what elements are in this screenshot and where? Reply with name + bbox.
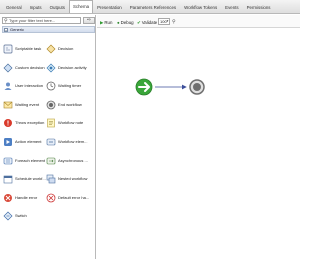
workflow-note-icon xyxy=(46,118,56,128)
waiting-event-icon xyxy=(3,100,13,110)
palette-group-label: Generic xyxy=(10,27,25,32)
zoom-icon[interactable]: ⚲ xyxy=(172,19,176,25)
tab-inputs[interactable]: Inputs xyxy=(26,1,46,13)
collapse-toggle-icon[interactable]: − xyxy=(4,27,8,32)
end-workflow-icon xyxy=(46,100,56,110)
palette-item-decision-activity[interactable]: Decision activity xyxy=(46,63,92,75)
zoom-select[interactable]: 100 ▼ xyxy=(158,18,170,25)
debug-button[interactable]: ●Debug xyxy=(117,19,134,26)
palette-item-default-error-ha[interactable]: Default error ha... xyxy=(46,193,92,205)
palette-item-switch[interactable]: Switch xyxy=(3,211,49,223)
tab-parameters-references[interactable]: Parameters References xyxy=(126,1,180,13)
palette-search-row: ⚲ Type your filter text here... ⇨ xyxy=(2,17,95,25)
palette-group-generic[interactable]: − Generic xyxy=(2,26,95,33)
foreach-element-icon xyxy=(3,156,13,166)
palette-item-label: Action element xyxy=(15,139,42,144)
palette-item-label: Waiting event xyxy=(15,101,40,107)
palette-item-label: Nested workflow xyxy=(58,176,88,182)
decision-activity-icon xyxy=(46,63,56,73)
tab-bar: General Inputs Outputs Schema Presentation Pa… xyxy=(0,0,300,14)
palette-item-label: Custom decision xyxy=(15,64,45,70)
palette-item-workflow-note[interactable]: Workflow note xyxy=(46,118,92,130)
run-icon: ▶ xyxy=(100,20,104,25)
run-label: Run xyxy=(104,20,113,25)
tab-presentation[interactable]: Presentation xyxy=(93,1,126,13)
palette-item-waiting-event[interactable]: Waiting event xyxy=(3,100,49,112)
palette-item-label: Workflow note xyxy=(58,120,84,126)
custom-decision-icon xyxy=(3,63,13,73)
nested-workflow-icon xyxy=(46,174,56,184)
validate-label: Validate xyxy=(141,20,158,25)
asynchronous-workflow-icon xyxy=(46,156,56,166)
schema-toolbar: ▶Run ●Debug ✔Validate 100 ▼ ⚲ xyxy=(97,15,300,28)
palette-item-label: End workflow xyxy=(58,101,82,107)
palette-item-scriptable-task[interactable]: Scriptable task xyxy=(3,44,49,56)
palette-item-label: Asynchronous ... xyxy=(58,157,88,163)
palette-item-label: Schedule workf... xyxy=(15,176,46,182)
palette-item-workflow-elem[interactable]: Workflow elem... xyxy=(46,137,92,149)
palette-item-decision[interactable]: Decision xyxy=(46,44,92,56)
palette-item-label: Decision activity xyxy=(58,64,87,70)
search-placeholder: Type your filter text here... xyxy=(9,18,56,23)
handle-error-icon xyxy=(3,193,13,203)
start-node-icon[interactable] xyxy=(135,78,153,96)
palette-item-foreach-element[interactable]: Foreach element xyxy=(3,156,49,168)
palette-item-asynchronous[interactable]: Asynchronous ... xyxy=(46,156,92,168)
waiting-timer-icon xyxy=(46,81,56,91)
tab-outputs[interactable]: Outputs xyxy=(46,1,69,13)
palette-item-label: Workflow elem... xyxy=(58,139,88,144)
palette-item-throw-exception[interactable]: Throw exception xyxy=(3,118,49,130)
palette-panel: ⚲ Type your filter text here... ⇨ − Gene… xyxy=(0,15,96,259)
palette-item-label: Default error ha... xyxy=(58,194,90,200)
palette-item-nested-workflow[interactable]: Nested workflow xyxy=(46,174,92,186)
validate-icon: ✔ xyxy=(137,20,141,25)
end-node-icon[interactable] xyxy=(189,79,205,95)
tab-schema[interactable]: Schema xyxy=(68,0,94,13)
default-error-handler-icon xyxy=(46,193,56,203)
workflow-element-icon xyxy=(46,137,56,147)
tab-general[interactable]: General xyxy=(2,1,26,13)
palette-item-label: Waiting timer xyxy=(58,83,82,89)
palette-item-label: Throw exception xyxy=(15,120,45,126)
palette-item-custom-decision[interactable]: Custom decision xyxy=(3,63,49,75)
palette-item-user-interaction[interactable]: User interaction xyxy=(3,81,49,93)
debug-label: Debug xyxy=(120,20,134,25)
palette-item-label: Foreach element xyxy=(15,157,46,163)
validate-button[interactable]: ✔Validate xyxy=(137,19,157,26)
schedule-workflow-icon xyxy=(3,174,13,184)
chevron-down-icon: ▼ xyxy=(166,19,169,23)
schema-canvas[interactable] xyxy=(97,29,300,259)
palette-item-handle-error[interactable]: Handle error xyxy=(3,193,49,205)
user-interaction-icon xyxy=(3,81,13,91)
decision-icon xyxy=(46,44,56,54)
palette-item-action-element[interactable]: Action element xyxy=(3,137,49,149)
switch-icon xyxy=(3,211,13,221)
palette-item-schedule-workf[interactable]: Schedule workf... xyxy=(3,174,49,186)
debug-icon: ● xyxy=(117,20,120,25)
palette-item-label: Switch xyxy=(15,213,27,219)
tab-events[interactable]: Events xyxy=(221,1,242,13)
palette-search-input[interactable]: ⚲ Type your filter text here... xyxy=(2,17,81,24)
throw-exception-icon xyxy=(3,118,13,128)
palette-item-label: User interaction xyxy=(15,83,44,89)
palette-item-label: Scriptable task xyxy=(15,46,42,51)
search-icon: ⚲ xyxy=(4,18,8,24)
palette-item-waiting-timer[interactable]: Waiting timer xyxy=(46,81,92,93)
palette-item-label: Handle error xyxy=(15,194,38,200)
tab-permissions[interactable]: Permissions xyxy=(243,1,275,13)
search-go-button[interactable]: ⇨ xyxy=(83,17,95,24)
palette-item-end-workflow[interactable]: End workflow xyxy=(46,100,92,112)
action-element-icon xyxy=(3,137,13,147)
scriptable-task-icon xyxy=(3,44,13,54)
tab-workflow-tokens[interactable]: Workflow Tokens xyxy=(180,1,221,13)
palette-item-label: Decision xyxy=(58,46,74,51)
schema-diagram xyxy=(135,78,205,96)
run-button[interactable]: ▶Run xyxy=(100,19,112,26)
